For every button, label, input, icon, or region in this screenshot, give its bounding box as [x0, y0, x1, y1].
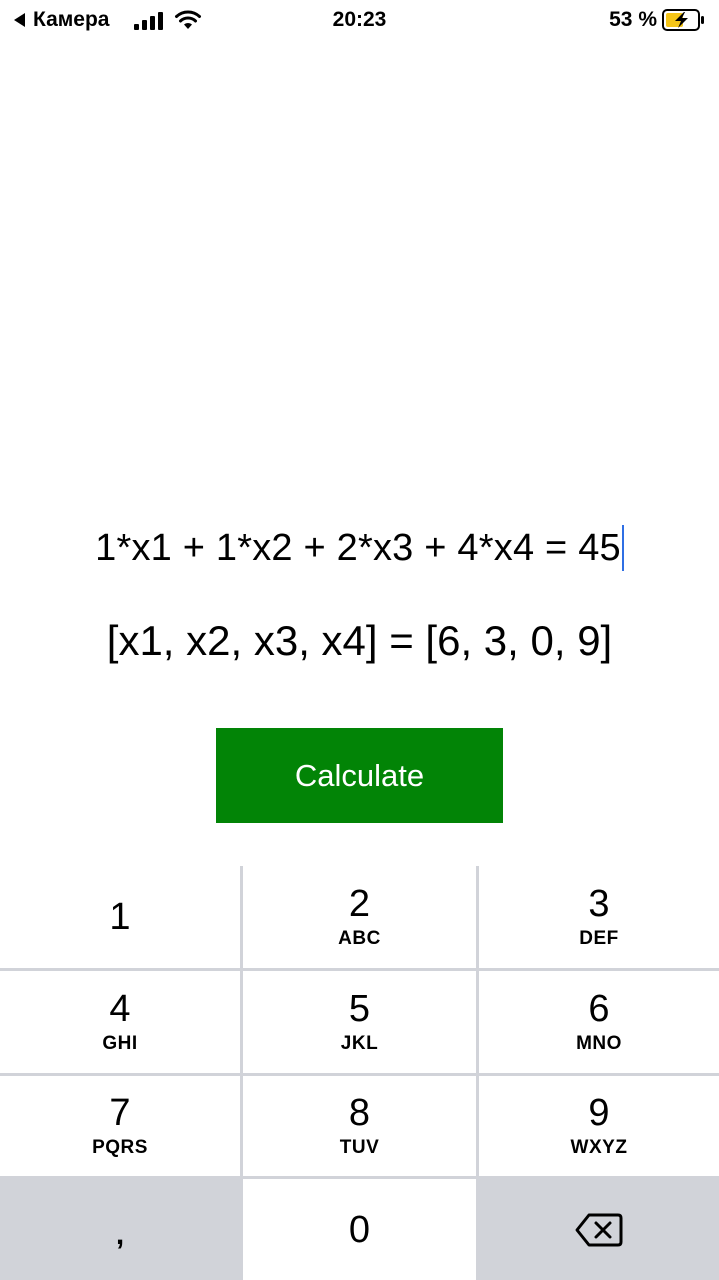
key-delete[interactable] — [479, 1179, 719, 1280]
key-5[interactable]: 5 JKL — [243, 971, 476, 1073]
equation-input[interactable]: 1*x1 + 1*x2 + 2*x3 + 4*x4 = 45 — [0, 520, 719, 576]
key-9[interactable]: 9 WXYZ — [479, 1076, 719, 1176]
key-letters: ABC — [338, 928, 381, 949]
key-digit: 0 — [348, 1208, 371, 1251]
key-letters: WXYZ — [570, 1137, 628, 1158]
key-digit: 6 — [588, 988, 610, 1030]
key-comma-label: , — [115, 1217, 125, 1251]
numeric-keypad: 1 2 ABC 3 DEF 4 GHI 5 JKL 6 MNO 7 PQRS 8… — [0, 866, 719, 1280]
status-bar: Камера 20:23 53 % — [0, 0, 719, 40]
key-2[interactable]: 2 ABC — [243, 866, 476, 968]
battery-charging-icon — [662, 9, 704, 31]
key-letters: TUV — [339, 1137, 380, 1158]
key-letters: DEF — [579, 928, 619, 949]
key-3[interactable]: 3 DEF — [479, 866, 719, 968]
key-digit: 8 — [348, 1092, 371, 1134]
key-7[interactable]: 7 PQRS — [0, 1076, 240, 1176]
key-digit: 4 — [109, 988, 131, 1030]
key-1[interactable]: 1 — [0, 866, 240, 968]
result-text: [x1, x2, x3, x4] = [6, 3, 0, 9] — [106, 617, 613, 664]
key-0[interactable]: 0 — [243, 1179, 476, 1280]
key-digit: 5 — [348, 988, 371, 1030]
key-letters: JKL — [340, 1033, 379, 1054]
key-digit: 9 — [588, 1092, 610, 1134]
key-6[interactable]: 6 MNO — [479, 971, 719, 1073]
key-letters: MNO — [576, 1033, 622, 1054]
key-letters: GHI — [102, 1033, 138, 1054]
calculate-button[interactable]: Calculate — [216, 728, 503, 823]
text-caret — [621, 525, 624, 571]
key-comma[interactable]: , — [0, 1179, 240, 1280]
key-8[interactable]: 8 TUV — [243, 1076, 476, 1176]
key-letters: PQRS — [92, 1137, 148, 1158]
battery-percent: 53 % — [609, 8, 657, 31]
key-digit: 1 — [109, 896, 131, 938]
equation-text: 1*x1 + 1*x2 + 2*x3 + 4*x4 = 45 — [95, 526, 621, 569]
backspace-icon — [575, 1213, 623, 1246]
key-digit: 2 — [348, 883, 371, 925]
key-4[interactable]: 4 GHI — [0, 971, 240, 1073]
key-digit: 3 — [588, 883, 610, 925]
key-digit: 7 — [109, 1092, 131, 1134]
